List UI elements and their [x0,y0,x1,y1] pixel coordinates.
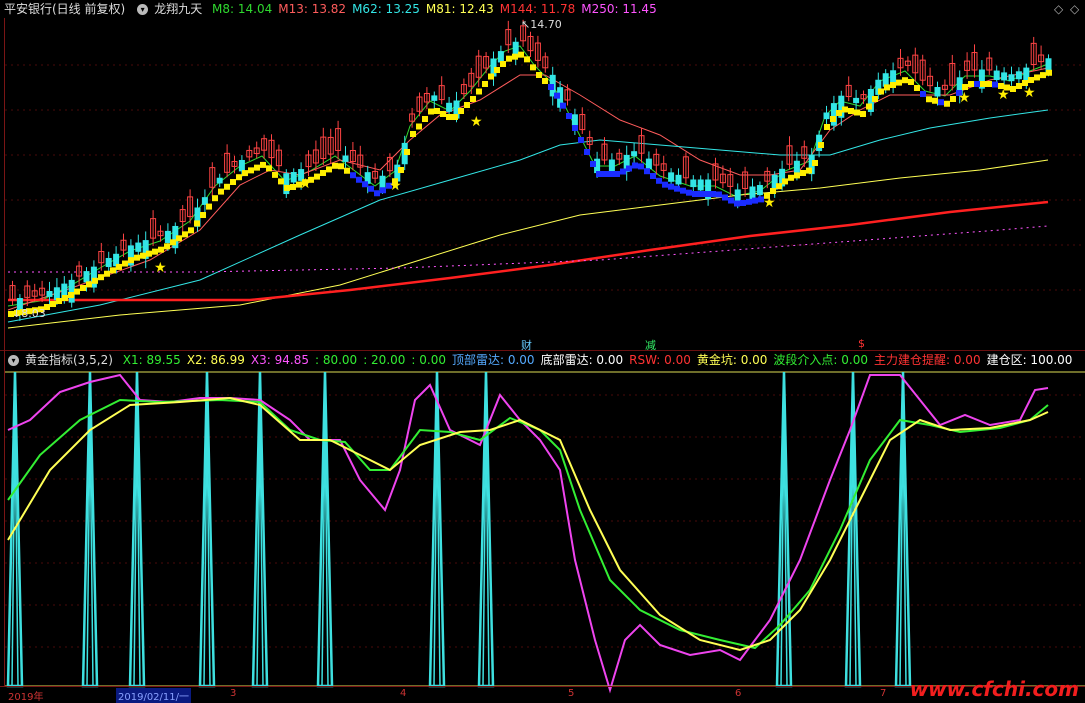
high-price-label: ↖14.70 [521,18,562,31]
signal-spike [81,371,99,688]
low-price-label: ↓8.03 [12,307,46,320]
watermark: www.cfchi.com [909,677,1079,701]
time-label-may: 5 [568,688,575,699]
x3-line [7,373,1049,694]
signal-spike [128,371,146,688]
time-label-jul: 7 [880,688,887,699]
time-label-jun: 6 [735,688,742,699]
time-label-apr: 4 [400,688,407,699]
signal-spike [775,371,793,688]
signal-spike [251,371,269,688]
signal-spike [428,371,446,688]
signal-spike [198,371,216,688]
signal-spike [316,371,334,688]
indicator-pane[interactable] [0,0,1085,701]
x2-line [7,396,1049,652]
chart-window[interactable]: 平安银行(日线 前复权) ▾ 龙翔九天 M8: 14.04 M13: 13.82 M62… [0,0,1085,703]
time-label-mar: 3 [230,688,237,699]
signal-spike [894,371,912,688]
